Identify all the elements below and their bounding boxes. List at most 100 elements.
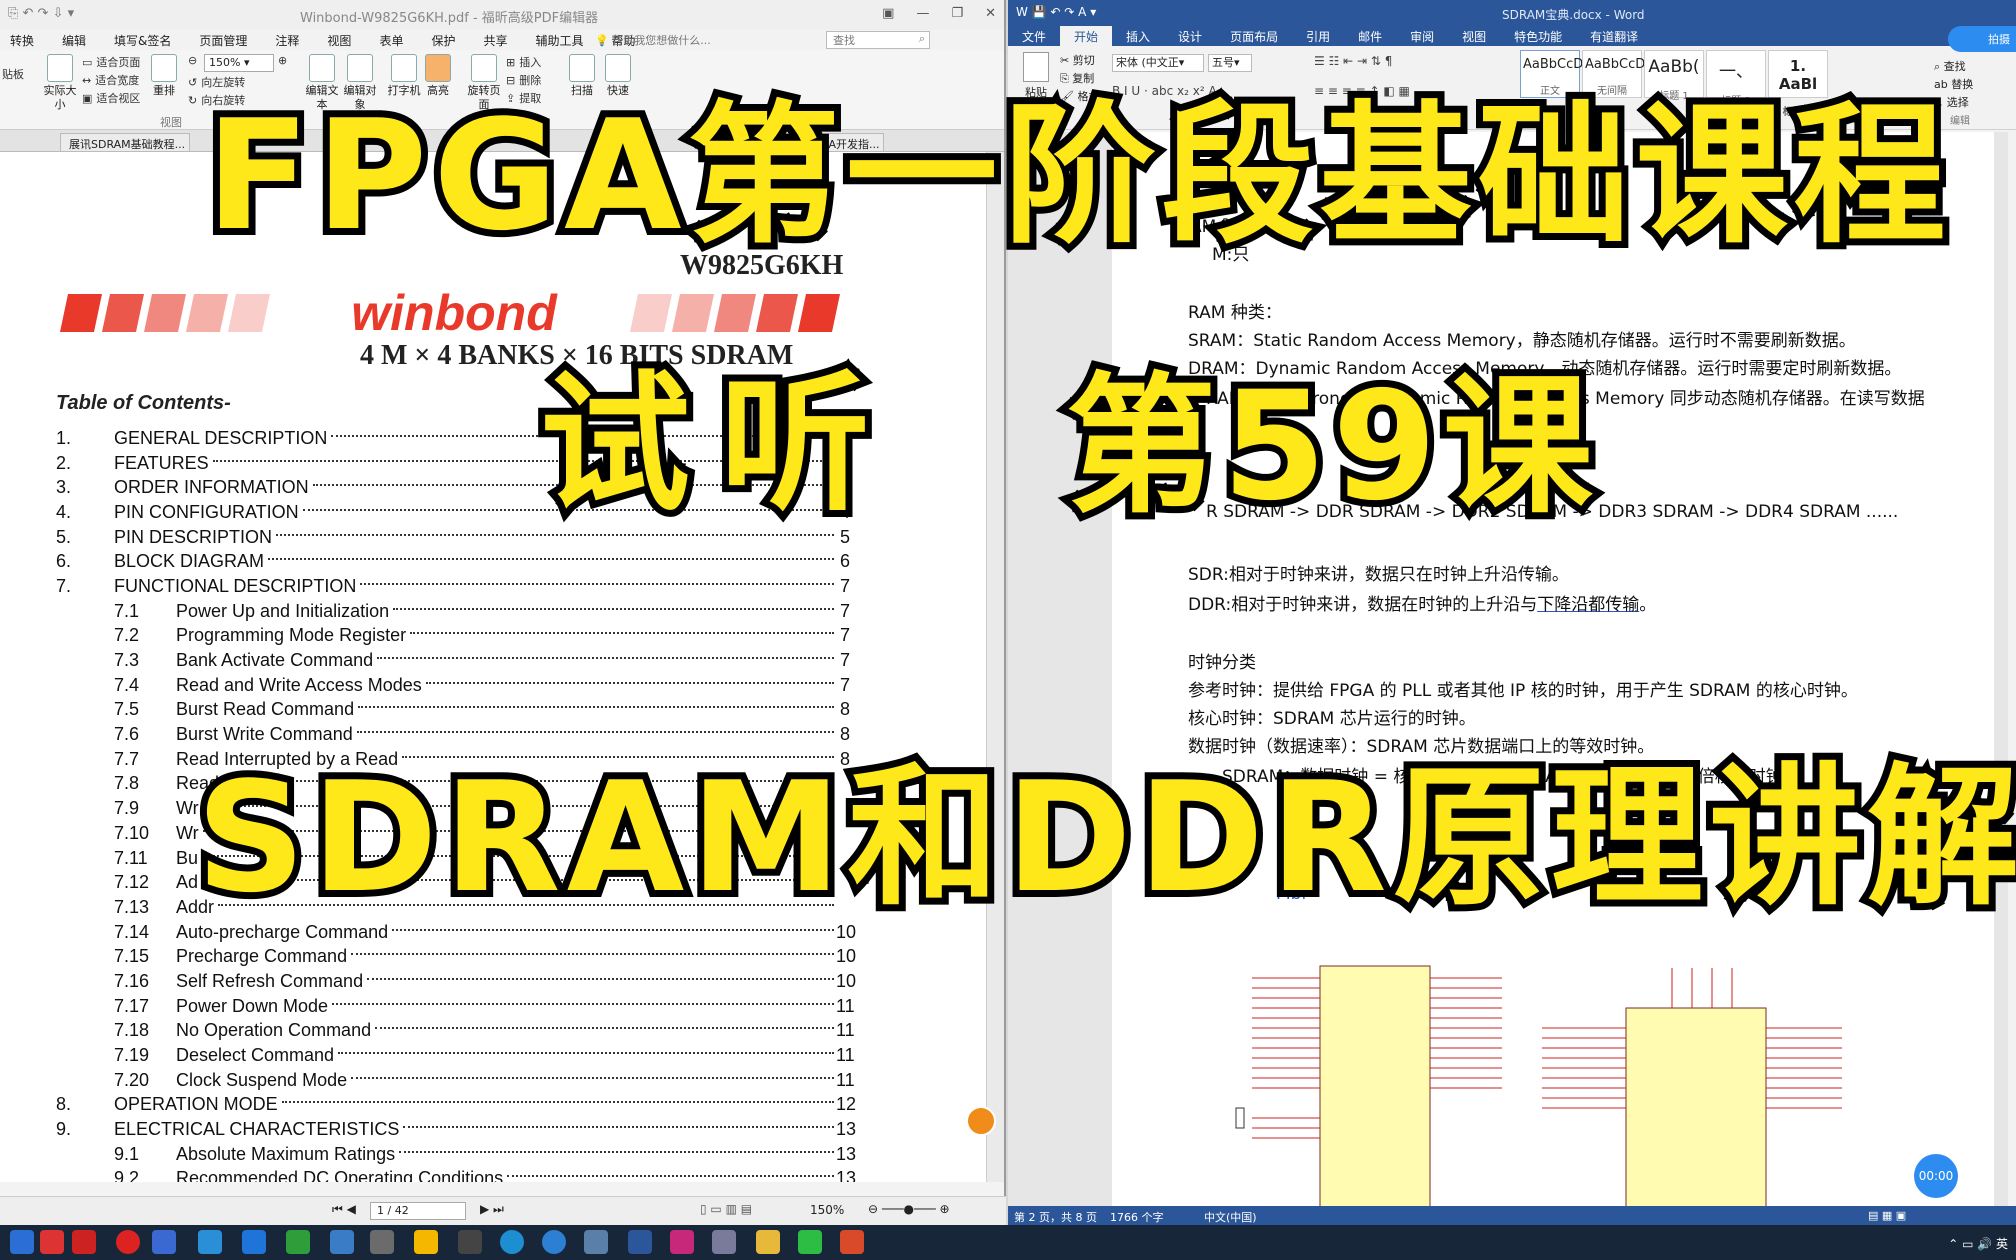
edge-icon[interactable] (500, 1230, 524, 1254)
cut-button[interactable]: ✂ 剪切 (1060, 52, 1095, 68)
app-icon[interactable] (116, 1230, 140, 1254)
word-icon[interactable] (628, 1230, 652, 1254)
next-page-icon[interactable]: ▶ ⏭ (480, 1202, 504, 1217)
app-icon[interactable] (370, 1230, 394, 1254)
xbox-icon[interactable] (286, 1230, 310, 1254)
wechat-icon[interactable] (798, 1230, 822, 1254)
view-mode-icons[interactable]: ▯ ▭ ▥ ▤ (700, 1202, 752, 1216)
page-count[interactable]: 第 2 页，共 8 页 (1014, 1209, 1097, 1225)
delete-page-button[interactable]: ⊟ 删除 (506, 72, 541, 88)
toc-row[interactable]: 8. OPERATION MODE 12 (56, 1093, 856, 1118)
restore-icon[interactable]: ❐ (951, 6, 963, 21)
minimize-icon[interactable]: — (916, 6, 929, 21)
youdao-icon[interactable] (72, 1230, 96, 1254)
app-icon[interactable] (152, 1230, 176, 1254)
toc-row[interactable]: 7.15 Precharge Command 10 (56, 944, 856, 969)
close-icon[interactable]: ✕ (985, 6, 996, 21)
word-count[interactable]: 1766 个字 (1110, 1209, 1164, 1225)
tab-layout[interactable]: 页面布局 (1216, 26, 1292, 46)
insert-page-button[interactable]: ⊞ 插入 (506, 54, 541, 70)
app-icon[interactable] (712, 1230, 736, 1254)
menu-fill-sign[interactable]: 填写&签名 (114, 32, 171, 49)
menu-view[interactable]: 视图 (327, 32, 351, 49)
zoom-out-icon[interactable]: ⊖ (188, 54, 197, 67)
app-icon[interactable] (458, 1230, 482, 1254)
page-number-input[interactable]: 1 / 42 (370, 1202, 466, 1220)
menu-page-manage[interactable]: 页面管理 (199, 32, 247, 49)
fit-width-button[interactable]: ↔ 适合宽度 (82, 72, 139, 88)
menu-form[interactable]: 表单 (379, 32, 403, 49)
fit-page-button[interactable]: ▭ 适合页面 (82, 54, 140, 70)
toc-row[interactable]: 9.2 Recommended DC Operating Conditions 13 (56, 1167, 856, 1182)
toc-row[interactable]: 7.16 Self Refresh Command 10 (56, 969, 856, 994)
toc-row[interactable]: 6. BLOCK DIAGRAM 6 (56, 549, 850, 574)
system-tray[interactable]: ⌃ ▭ 🔊 英 (1948, 1235, 2008, 1252)
tab-home[interactable]: 开始 (1060, 26, 1113, 46)
toc-row[interactable]: 7.18 No Operation Command 11 (56, 1019, 855, 1044)
tab-youdao[interactable]: 有道翻译 (1576, 26, 1652, 46)
tab-insert[interactable]: 插入 (1112, 26, 1164, 46)
menu-comment[interactable]: 注释 (275, 32, 299, 49)
language[interactable]: 中文(中国) (1204, 1209, 1257, 1225)
cloud-capture-button[interactable]: 拍摄 (1948, 26, 2016, 52)
find-button[interactable]: ⌕ 查找 (1934, 58, 1966, 74)
start-icon[interactable] (10, 1230, 34, 1254)
paragraph-icons[interactable]: ☰ ☷ ⇤ ⇥ ⇅ ¶ (1314, 54, 1392, 68)
quick-access-icons[interactable]: ⎘ ↶ ↷ ⇩ ▾ (8, 6, 74, 21)
tab-sdram-tutorial[interactable]: 展讯SDRAM基础教程... (60, 133, 190, 151)
tab-design[interactable]: 设计 (1164, 26, 1216, 46)
view-buttons[interactable]: ▤ ▦ ▣ (1868, 1209, 1906, 1222)
toc-row[interactable]: 7.6 Burst Write Command 8 (56, 722, 850, 747)
foxit-icon[interactable] (840, 1230, 864, 1254)
toc-row[interactable]: 7.20 Clock Suspend Mode 11 (56, 1068, 855, 1093)
search-icon[interactable] (414, 1230, 438, 1254)
toc-row[interactable]: 7.5 Burst Read Command 8 (56, 698, 850, 723)
pdf-vertical-scrollbar[interactable] (986, 152, 1004, 1182)
ie-icon[interactable] (542, 1230, 566, 1254)
tell-me-box[interactable]: 💡 告诉我您想做什么... (595, 32, 711, 48)
menu-accessibility[interactable]: 辅助工具 (535, 32, 583, 49)
tab-review[interactable]: 审阅 (1396, 26, 1448, 46)
menu-convert[interactable]: 转换 (10, 32, 34, 49)
toc-row[interactable]: 7.17 Power Down Mode 11 (56, 994, 855, 1019)
app-icon[interactable] (670, 1230, 694, 1254)
menu-protect[interactable]: 保护 (431, 32, 455, 49)
font-size-select[interactable]: 五号▾ (1208, 54, 1252, 72)
zoom-in-icon[interactable]: ⊕ (278, 54, 287, 67)
app-icon[interactable] (330, 1230, 354, 1254)
zoom-select[interactable]: 150% ▾ (204, 54, 274, 72)
toc-row[interactable]: 7.2 Programming Mode Register 7 (56, 624, 850, 649)
zoom-slider[interactable]: ⊖ ───●─── ⊕ (868, 1202, 950, 1216)
toc-row[interactable]: 7. FUNCTIONAL DESCRIPTION 7 (56, 574, 850, 599)
floating-assistant-icon[interactable] (966, 1106, 996, 1136)
app-icon[interactable] (584, 1230, 608, 1254)
toc-row[interactable]: 7.1 Power Up and Initialization 7 (56, 599, 850, 624)
tab-file[interactable]: 文件 (1008, 26, 1061, 46)
word-page[interactable]: 常 AM:随 M:只 RAM 种类： SRAM：Static Random Ac… (1112, 132, 1994, 1208)
toc-row[interactable]: 9. ELECTRICAL CHARACTERISTICS 13 (56, 1117, 856, 1142)
tab-features[interactable]: 特色功能 (1500, 26, 1576, 46)
folder-icon[interactable] (756, 1230, 780, 1254)
zoom-level[interactable]: 150% (810, 1203, 844, 1217)
actual-size-button[interactable]: 实际大小 (42, 54, 78, 112)
font-name-select[interactable]: 宋体 (中文正▾ (1112, 54, 1204, 72)
toc-row[interactable]: 7.19 Deselect Command 11 (56, 1043, 855, 1068)
recording-timer[interactable]: 00:00 (1914, 1154, 1958, 1198)
menu-edit[interactable]: 编辑 (62, 32, 86, 49)
tab-references[interactable]: 引用 (1292, 26, 1344, 46)
first-page-icon[interactable]: ⏮ ◀ (332, 1202, 356, 1217)
word-quick-access-icons[interactable]: W 💾 ↶ ↷ A ▾ (1016, 5, 1096, 19)
tab-mailings[interactable]: 邮件 (1344, 26, 1396, 46)
app-icon[interactable] (40, 1230, 64, 1254)
copy-button[interactable]: ⎘ 复制 (1060, 70, 1094, 86)
vscode-icon[interactable] (198, 1230, 222, 1254)
toc-row[interactable]: 9.1 Absolute Maximum Ratings 13 (56, 1142, 856, 1167)
fit-visible-button[interactable]: ▣ 适合视区 (82, 90, 140, 106)
tab-view[interactable]: 视图 (1448, 26, 1500, 46)
find-input[interactable]: 查找 ⌕ (826, 31, 930, 49)
menu-share[interactable]: 共享 (483, 32, 507, 49)
ribbon-toggle-icon[interactable]: ▣ (882, 6, 894, 21)
reflow-button[interactable]: 重排 (146, 54, 182, 98)
paste-button[interactable]: 贴板 (2, 66, 24, 82)
toc-row[interactable]: 7.3 Bank Activate Command 7 (56, 648, 850, 673)
